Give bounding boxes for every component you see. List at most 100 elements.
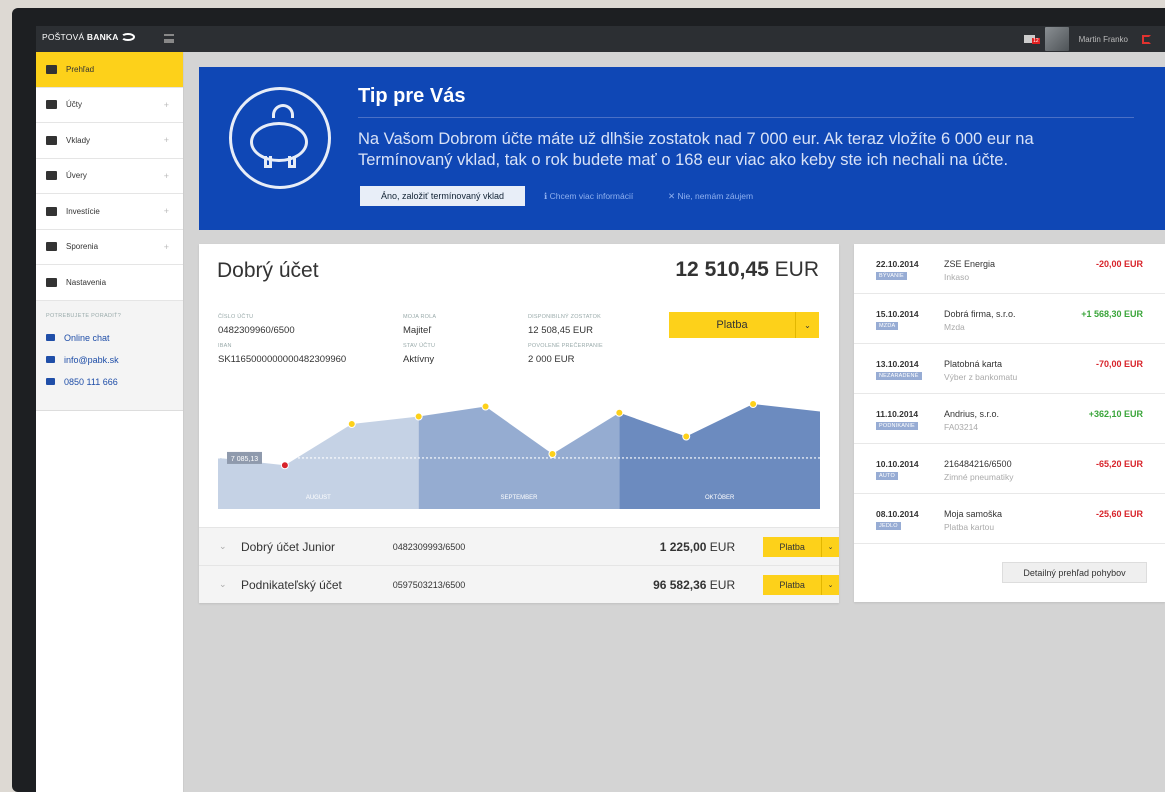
chart-point[interactable] (749, 400, 758, 408)
gear-icon (46, 277, 57, 287)
transaction-description: Platba kartou (944, 522, 995, 532)
transaction-amount: -70,00 EUR (1095, 359, 1143, 369)
chart-month-label: SEPTEMBER (500, 495, 538, 501)
sidebar-item[interactable]: Účty + (36, 88, 183, 123)
sub-account-row[interactable]: ⌄ Dobrý účet Junior 0482309993/6500 1 22… (199, 527, 840, 565)
sidebar-item-label: Prehľad (66, 64, 95, 74)
sub-account-name: Podnikateľský účet (240, 577, 342, 592)
iban-label: IBAN (218, 343, 232, 349)
top-right-area: 12 Martin Franko (1023, 26, 1165, 52)
coin-shape (272, 104, 294, 118)
expand-plus-icon[interactable]: + (164, 100, 169, 110)
transaction-counterparty: ZSE Energia (944, 259, 996, 269)
status-label: STAV ÚČTU (403, 343, 436, 349)
username[interactable]: Martin Franko (1079, 35, 1128, 44)
brand-bold: BANKA (86, 32, 119, 42)
sub-account-number: 0597503213/6500 (392, 579, 466, 590)
transaction-date: 10.10.2014 (876, 459, 919, 469)
transaction-amount: -65,20 EUR (1095, 459, 1143, 469)
chart-point[interactable] (682, 432, 691, 441)
chevron-down-icon[interactable]: ⌄ (795, 312, 819, 338)
tip-title: Tip pre Vás (358, 85, 466, 107)
role: Majiteľ (403, 325, 432, 336)
balance-chart: AUGUST SEPTEMBER OKTÓBER 7 085,13 (218, 400, 820, 509)
chart-month-label: AUGUST (306, 495, 331, 501)
sub-account-balance: 1 225,00 EUR (562, 540, 735, 554)
expand-plus-icon[interactable]: + (164, 171, 169, 181)
expand-plus-icon[interactable]: + (164, 242, 169, 252)
expand-plus-icon[interactable]: + (164, 206, 169, 216)
help-link[interactable]: 0850 111 666 (46, 371, 183, 393)
overdraft-label: POVOLENÉ PREČERPANIE (528, 343, 603, 349)
transactions-panel: 22.10.2014 BÝVANIE ZSE Energia Inkaso -2… (854, 244, 1165, 602)
sidebar-item[interactable]: Investície + (36, 194, 183, 230)
payment-button[interactable]: Platba ⌄ (763, 536, 840, 557)
sidebar-item[interactable]: Sporenia + (36, 230, 183, 265)
sidebar-item[interactable]: Prehľad (36, 52, 183, 88)
transaction-row[interactable]: 13.10.2014 NEZARADENÉ Platobná karta Výb… (854, 344, 1165, 394)
transactions-detail-button[interactable]: Detailný prehľad pohybov (1002, 562, 1147, 583)
transaction-row[interactable]: 11.10.2014 PODNIKANIE Andrius, s.r.o. FA… (854, 394, 1165, 444)
chart-point[interactable] (414, 412, 423, 421)
account-balance: 12 510,45 EUR (675, 258, 819, 282)
payment-button[interactable]: Platba ⌄ (669, 312, 819, 338)
bank-logo[interactable]: POŠTOVÁ BANKA (42, 32, 135, 42)
help-section: POTREBUJETE PORADIŤ? Online chat info@pab… (36, 300, 183, 411)
chevron-down-icon[interactable]: ⌄ (219, 579, 241, 590)
transaction-amount: +362,10 EUR (1088, 409, 1143, 419)
payment-button-label: Platba (779, 579, 805, 590)
sidebar-item[interactable]: Vklady + (36, 123, 183, 159)
help-link[interactable]: Online chat (46, 327, 183, 349)
chart-reference-label: 7 085,13 (231, 456, 258, 463)
more-info-link[interactable]: ℹ Chcem viac informácií (544, 191, 633, 202)
sidebar-item[interactable]: Nastavenia (36, 265, 183, 301)
app-screen: POŠTOVÁ BANKA 12 Martin Franko Prehľad Úč… (36, 26, 1165, 792)
chart-point[interactable] (481, 402, 490, 411)
monitor-frame: POŠTOVÁ BANKA 12 Martin Franko Prehľad Úč… (12, 8, 1165, 792)
help-link-label: 0850 111 666 (64, 376, 118, 387)
tip-banner: Tip pre Vás Na Vašom Dobrom účte máte už… (199, 67, 1165, 230)
payment-button[interactable]: Platba ⌄ (763, 574, 840, 595)
logo-mark-icon (120, 33, 135, 41)
transaction-row[interactable]: 15.10.2014 MZDA Dobrá firma, s.r.o. Mzda… (854, 294, 1165, 344)
chart-point[interactable] (548, 450, 557, 458)
transaction-row[interactable]: 22.10.2014 BÝVANIE ZSE Energia Inkaso -2… (854, 244, 1165, 294)
mail-icon[interactable]: 12 (1023, 35, 1040, 44)
mail-icon (46, 356, 55, 363)
sidebar-item-label: Úvery (66, 171, 87, 181)
avatar[interactable] (1044, 27, 1069, 51)
chevron-down-icon[interactable]: ⌄ (821, 536, 839, 557)
transaction-amount: +1 568,30 EUR (1081, 309, 1143, 319)
transaction-description: Inkaso (944, 272, 970, 282)
dismiss-link[interactable]: ✕ Nie, nemám záujem (668, 191, 753, 202)
sidebar-item-label: Investície (66, 206, 100, 216)
transaction-row[interactable]: 10.10.2014 AUTO 216484216/6500 Zimné pne… (854, 444, 1165, 494)
transaction-category-badge: MZDA (876, 322, 899, 330)
account-number: 0482309960/6500 (218, 325, 295, 336)
help-link[interactable]: info@pabk.sk (46, 349, 183, 371)
transaction-row[interactable]: 08.10.2014 JEDLO Moja samoška Platba kar… (854, 494, 1165, 544)
expand-plus-icon[interactable]: + (164, 135, 169, 145)
chart-point[interactable] (347, 420, 356, 428)
sub-account-amount: 1 225,00 (659, 539, 707, 554)
transaction-date: 22.10.2014 (876, 259, 919, 269)
sub-account-name: Dobrý účet Junior (240, 539, 336, 554)
role-label: MOJA ROLA (403, 314, 437, 320)
chart-point[interactable] (280, 461, 289, 470)
transaction-amount: -25,60 EUR (1095, 509, 1143, 519)
piggy-body (250, 122, 308, 162)
chart-point[interactable] (615, 408, 624, 417)
chevron-down-icon[interactable]: ⌄ (821, 574, 839, 595)
transaction-category-badge: BÝVANIE (876, 272, 907, 280)
chevron-down-icon[interactable]: ⌄ (219, 541, 241, 552)
sidebar-item[interactable]: Úvery + (36, 159, 183, 194)
create-deposit-button[interactable]: Áno, založiť termínovaný vklad (360, 186, 525, 206)
transaction-date: 15.10.2014 (876, 309, 919, 319)
transaction-category-badge: JEDLO (876, 522, 901, 530)
transaction-counterparty: 216484216/6500 (944, 459, 1012, 469)
sub-account-row[interactable]: ⌄ Podnikateľský účet 0597503213/6500 96 … (199, 565, 840, 603)
hamburger-icon[interactable] (164, 34, 174, 43)
logout-icon[interactable] (1142, 34, 1151, 44)
transaction-counterparty: Moja samoška (944, 509, 1003, 519)
brand-light: POŠTOVÁ (42, 32, 85, 42)
